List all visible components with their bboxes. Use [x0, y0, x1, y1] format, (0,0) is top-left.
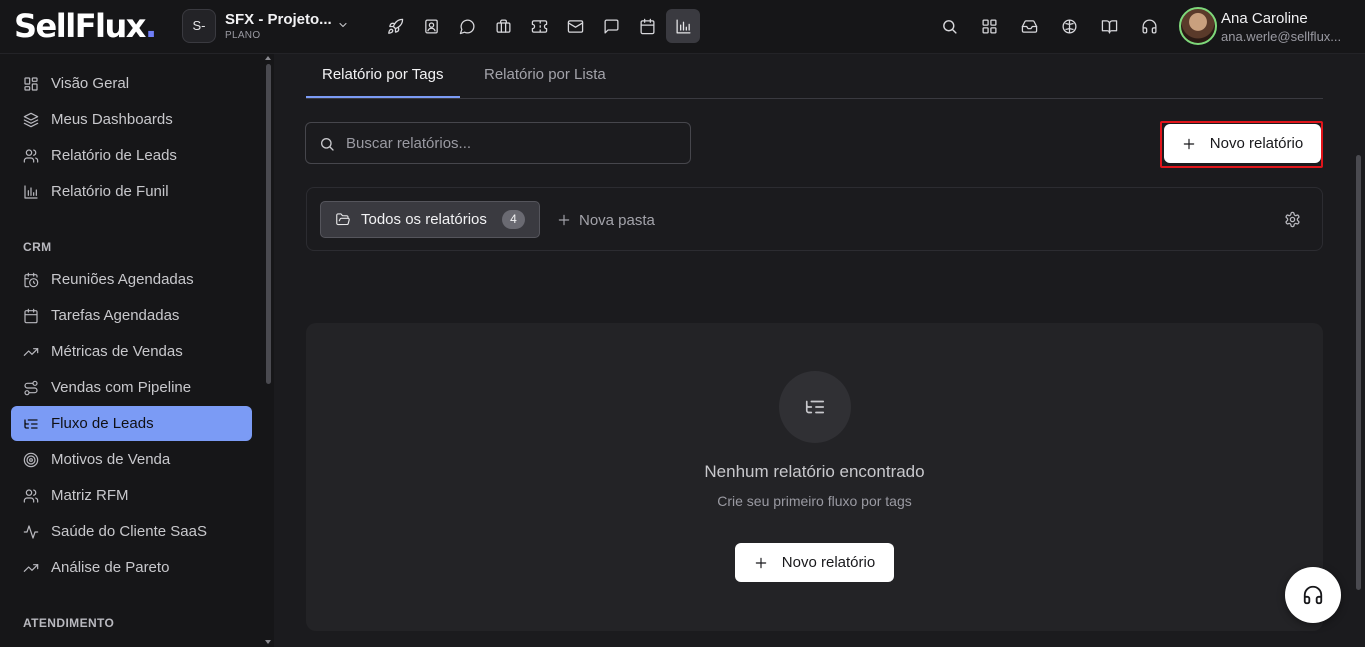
calendar-icon [24, 308, 38, 323]
rocket-icon[interactable] [378, 9, 412, 43]
sellflux-logo[interactable]: SellFlux. [14, 6, 157, 46]
sidebar-item-analise-de-pareto[interactable]: Análise de Pareto [11, 550, 252, 585]
new-folder-button[interactable]: Nova pasta [557, 210, 655, 230]
main-scrollbar[interactable] [1356, 155, 1361, 590]
user-avatar[interactable] [1179, 7, 1217, 45]
bar-chart-icon [24, 184, 38, 199]
user-name[interactable]: Ana Caroline [1221, 10, 1308, 27]
folders-bar: Todos os relatórios 4 Nova pasta [306, 187, 1323, 251]
layers-icon [23, 112, 39, 127]
empty-state-subtitle: Crie seu primeiro fluxo por tags [717, 493, 912, 509]
project-avatar: S- [182, 9, 216, 43]
sidebar-item-matriz-rfm[interactable]: Matriz RFM [11, 478, 252, 513]
search-input[interactable] [346, 123, 676, 163]
folder-all-reports[interactable]: Todos os relatórios 4 [320, 201, 540, 238]
scroll-down-arrow[interactable] [265, 640, 271, 644]
project-name: SFX - Projeto... [225, 11, 332, 28]
sidebar-item-visao-geral[interactable]: Visão Geral [11, 66, 252, 101]
sidebar-item-label: Meus Dashboards [51, 111, 173, 128]
plus-icon [557, 213, 571, 227]
sidebar-item-motivos-de-venda[interactable]: Motivos de Venda [11, 442, 252, 477]
sidebar-item-label: Motivos de Venda [51, 451, 171, 468]
apps-grid-icon[interactable] [972, 9, 1006, 43]
top-bar: SellFlux. S- SFX - Projeto... PLANO Ana … [0, 0, 1365, 54]
sidebar-item-metricas-de-vendas[interactable]: Métricas de Vendas [11, 334, 252, 369]
sidebar-scrollbar[interactable] [266, 64, 271, 384]
support-chat-button[interactable] [1285, 567, 1341, 623]
sidebar-item-label: Visão Geral [51, 75, 130, 92]
search-icon[interactable] [932, 9, 966, 43]
sidebar-item-label: Fluxo de Leads [51, 415, 154, 432]
new-report-button[interactable]: Novo relatório [1164, 124, 1321, 163]
book-open-icon[interactable] [1092, 9, 1126, 43]
bar-chart-icon[interactable] [666, 9, 700, 43]
sidebar-item-meus-dashboards[interactable]: Meus Dashboards [11, 102, 252, 137]
new-folder-label: Nova pasta [579, 211, 655, 229]
empty-state-new-report-button[interactable]: Novo relatório [735, 543, 894, 582]
briefcase-icon[interactable] [486, 9, 520, 43]
users-icon [23, 148, 39, 163]
sidebar-item-relatorio-de-leads[interactable]: Relatório de Leads [11, 138, 252, 173]
sidebar-item-relatorio-de-funil[interactable]: Relatório de Funil [11, 174, 252, 209]
empty-state-title: Nenhum relatório encontrado [704, 462, 925, 481]
plus-icon [1182, 137, 1196, 151]
sidebar-item-reunioes-agendadas[interactable]: Reuniões Agendadas [11, 262, 252, 297]
inbox-icon[interactable] [1012, 9, 1046, 43]
tab-relatorio-por-tags[interactable]: Relatório por Tags [322, 66, 443, 83]
sidebar-item-label: Tarefas Agendadas [51, 307, 180, 324]
list-tree-icon [779, 371, 851, 443]
plus-icon [754, 556, 768, 570]
sidebar-item-label: Vendas com Pipeline [51, 379, 192, 396]
calendar-icon[interactable] [630, 9, 664, 43]
sidebar-item-fluxo-de-leads[interactable]: Fluxo de Leads [11, 406, 252, 441]
scroll-up-arrow[interactable] [265, 56, 271, 60]
contact-book-icon[interactable] [414, 9, 448, 43]
users-icon [23, 488, 39, 503]
gear-icon[interactable] [1284, 211, 1301, 228]
section-label-atendimento: ATENDIMENTO [23, 616, 115, 630]
sidebar-item-vendas-com-pipeline[interactable]: Vendas com Pipeline [11, 370, 252, 405]
search-icon [319, 136, 335, 152]
section-label-crm: CRM [23, 240, 52, 254]
chevron-down-icon [337, 19, 349, 31]
new-report-label: Novo relatório [1209, 135, 1304, 152]
report-tabs: Relatório por Tags Relatório por Lista [306, 54, 1323, 99]
trending-up-icon [23, 347, 39, 356]
folder-open-icon [335, 212, 351, 227]
project-plan: PLANO [225, 30, 261, 41]
sidebar-item-label: Relatório de Leads [51, 147, 177, 164]
sidebar-item-tarefas-agendadas[interactable]: Tarefas Agendadas [11, 298, 252, 333]
trending-up-icon [23, 563, 39, 572]
empty-state-card: Nenhum relatório encontrado Crie seu pri… [306, 323, 1323, 631]
target-icon [23, 452, 39, 467]
route-icon [24, 380, 38, 395]
project-selector[interactable]: S- SFX - Projeto... PLANO [182, 8, 357, 46]
sidebar-item-label: Reuniões Agendadas [51, 271, 194, 288]
chat-bubble-icon[interactable] [450, 9, 484, 43]
sidebar: Visão Geral Meus Dashboards Relatório de… [0, 54, 274, 647]
sidebar-item-label: Análise de Pareto [51, 559, 170, 576]
user-email: ana.werle@sellflux... [1221, 29, 1342, 44]
list-tree-icon [24, 418, 38, 429]
active-tab-indicator [306, 96, 460, 98]
sidebar-item-label: Métricas de Vendas [51, 343, 183, 360]
brain-icon[interactable] [1052, 9, 1086, 43]
sidebar-item-label: Relatório de Funil [51, 183, 169, 200]
sidebar-item-saude-do-cliente-saas[interactable]: Saúde do Cliente SaaS [11, 514, 252, 549]
layout-grid-icon [24, 76, 38, 91]
tab-relatorio-por-lista[interactable]: Relatório por Lista [484, 66, 606, 83]
message-square-icon[interactable] [594, 9, 628, 43]
activity-icon [23, 524, 39, 539]
headset-icon [1302, 584, 1324, 606]
search-box[interactable] [305, 122, 691, 164]
sidebar-item-label: Saúde do Cliente SaaS [51, 523, 207, 540]
mail-icon[interactable] [558, 9, 592, 43]
sidebar-item-label: Matriz RFM [51, 487, 129, 504]
folder-count-badge: 4 [502, 210, 525, 229]
ticket-icon[interactable] [522, 9, 556, 43]
calendar-clock-icon [24, 272, 39, 287]
headset-icon[interactable] [1132, 9, 1166, 43]
empty-state-button-label: Novo relatório [781, 554, 876, 571]
folder-all-label: Todos os relatórios [361, 211, 487, 228]
